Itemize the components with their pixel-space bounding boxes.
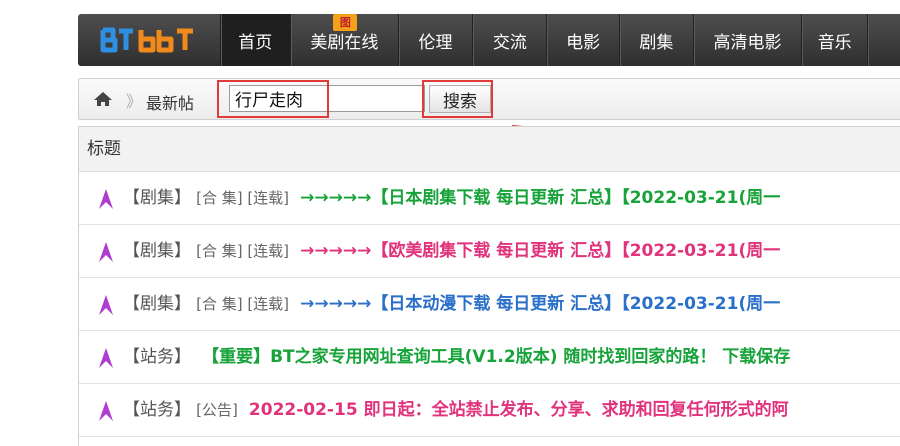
thread-title[interactable]: 2022-02-15 即日起：全站禁止发布、分享、求助和回复任何形式的阿 xyxy=(249,400,789,420)
thread-title-text: 【欧美剧集下载 每日更新 汇总】【2022-03-21(周一 xyxy=(371,241,781,261)
thread-title-arrows: →→→→→ xyxy=(300,294,372,314)
thread-title-text: 【日本剧集下载 每日更新 汇总】【2022-03-21(周一 xyxy=(371,188,781,208)
thread-category[interactable]: 【站务】 xyxy=(123,400,191,420)
thread-tags: [合 集] [连载] xyxy=(196,189,290,207)
thread-category[interactable]: 【剧集】 xyxy=(123,188,191,208)
thread-category[interactable]: 【站务】 xyxy=(123,347,191,367)
pin-arrow-icon xyxy=(99,401,113,421)
thread-title-arrows: →→→→→ xyxy=(300,188,372,208)
thread-category[interactable]: 【剧集】 xyxy=(123,294,191,314)
thread-title[interactable]: →→→→→【日本动漫下载 每日更新 汇总】【2022-03-21(周一 xyxy=(300,294,780,314)
thread-title-arrows: →→→→→ xyxy=(300,241,372,261)
thread-list: 标题 【剧集】 [合 集] [连载] →→→→→【日本剧集下载 每日更新 汇总】… xyxy=(78,126,900,446)
thread-tags: [公告] xyxy=(196,401,238,419)
thread-row[interactable]: 【剧集】 [合 集] [连载] →→→→→【日本剧集下载 每日更新 汇总】【20… xyxy=(79,172,900,225)
thread-row[interactable]: 【剧集】 [合 集] [连载] →→→→→【欧美剧集下载 每日更新 汇总】【20… xyxy=(79,225,900,278)
pin-arrow-icon xyxy=(99,242,113,262)
thread-category[interactable]: 【剧集】 xyxy=(123,241,191,261)
thread-title[interactable]: →→→→→【日本剧集下载 每日更新 汇总】【2022-03-21(周一 xyxy=(300,188,780,208)
thread-tags: [合 集] [连载] xyxy=(196,295,290,313)
thread-title[interactable]: 【重要】BT之家专用网址查询工具(V1.2版本) 随时找到回家的路！ 下载保存 xyxy=(202,347,790,367)
thread-row[interactable]: 【剧集】 [合 集] [连载] →→→→→【日本动漫下载 每日更新 汇总】【20… xyxy=(79,278,900,331)
thread-row[interactable]: 【站务】 【重要】BT之家专用网址查询工具(V1.2版本) 随时找到回家的路！ … xyxy=(79,331,900,384)
pin-arrow-icon xyxy=(99,348,113,368)
list-header-title: 标题 xyxy=(79,127,900,172)
thread-row[interactable]: 【站务】 [公告] 2022-02-15 即日起：全站禁止发布、分享、求助和回复… xyxy=(79,384,900,437)
thread-title-text: 【日本动漫下载 每日更新 汇总】【2022-03-21(周一 xyxy=(371,294,781,314)
pin-arrow-icon xyxy=(99,295,113,315)
pin-arrow-icon xyxy=(99,189,113,209)
thread-title[interactable]: →→→→→【欧美剧集下载 每日更新 汇总】【2022-03-21(周一 xyxy=(300,241,780,261)
thread-tags: [合 集] [连载] xyxy=(196,242,290,260)
